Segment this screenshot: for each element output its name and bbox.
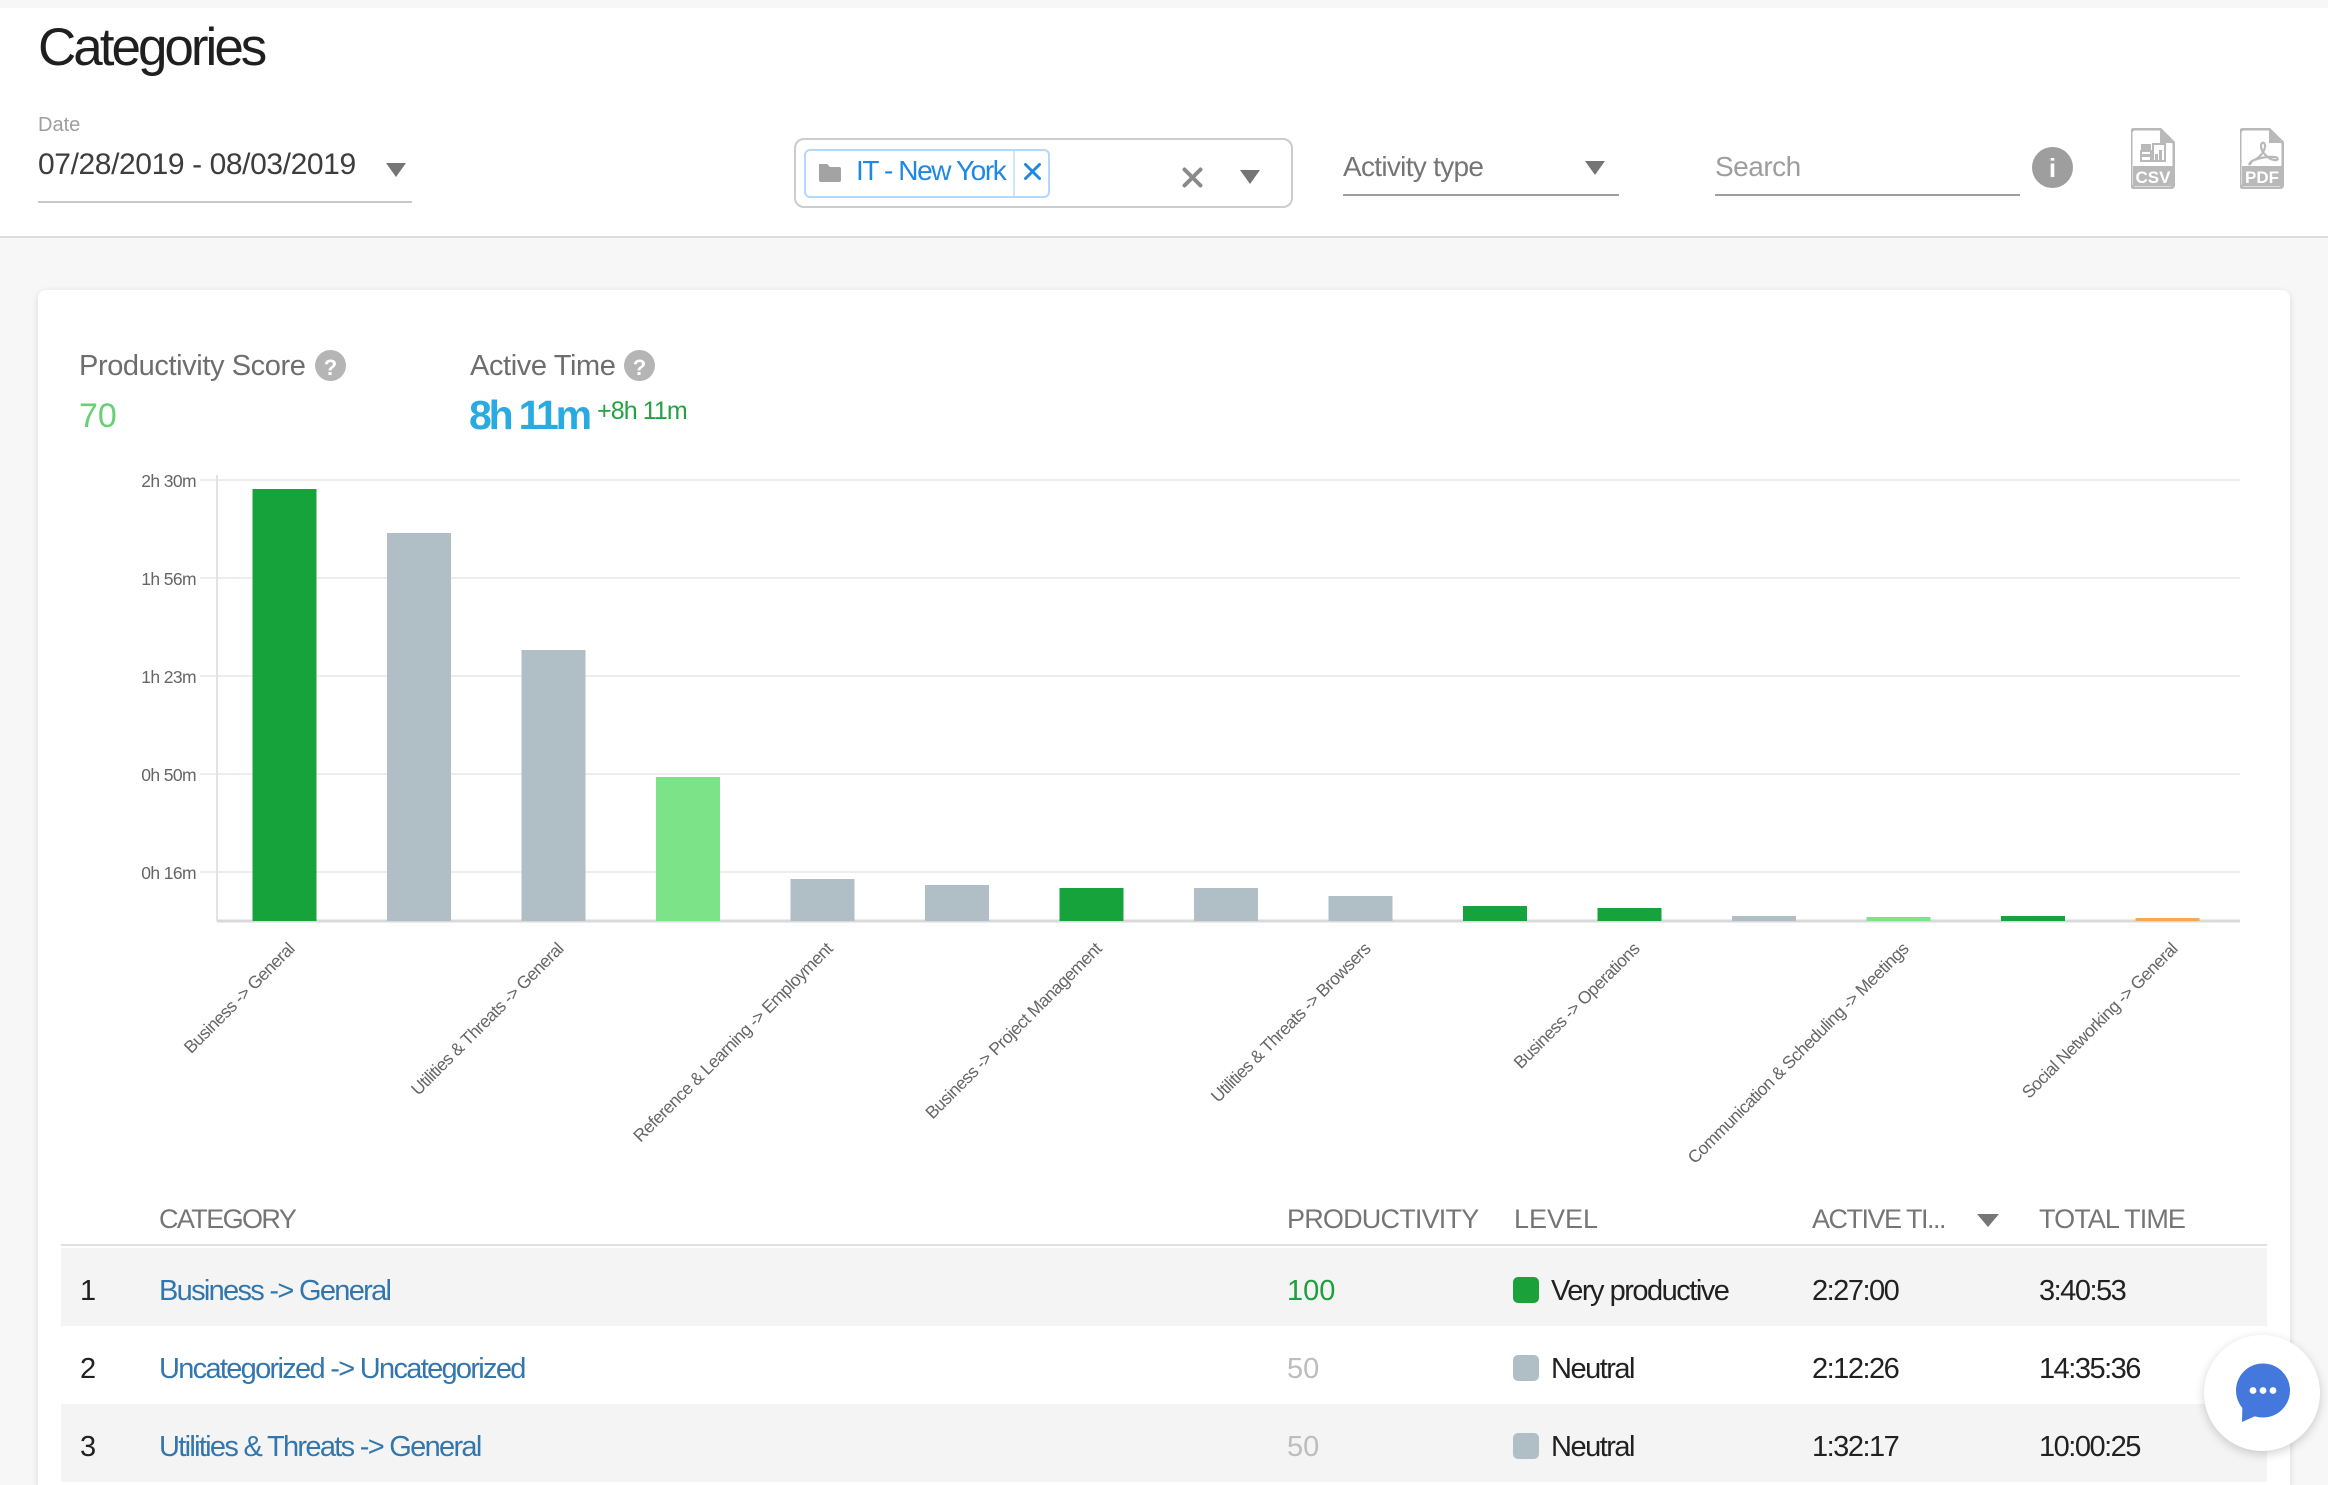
svg-text:2h 30m: 2h 30m [141,471,196,491]
svg-text:1h 56m: 1h 56m [141,569,196,589]
svg-text:Social Networking -> General: Social Networking -> General [2018,939,2182,1103]
svg-text:Utilities & Threats -> Browser: Utilities & Threats -> Browsers [1207,938,1375,1106]
svg-text:Business -> Operations: Business -> Operations [1510,938,1644,1072]
svg-text:Utilities & Threats -> General: Utilities & Threats -> General [407,939,567,1099]
svg-text:1h 23m: 1h 23m [141,667,196,687]
svg-text:PDF: PDF [2245,168,2279,187]
svg-text:0h 50m: 0h 50m [141,765,196,785]
svg-text:Business -> General: Business -> General [180,939,299,1058]
svg-text:0h 16m: 0h 16m [141,863,196,883]
svg-text:Business -> Project Management: Business -> Project Management [921,938,1106,1123]
svg-text:Communication & Scheduling ->: Communication & Scheduling -> Meetings [1684,938,1913,1167]
svg-text:CSV: CSV [2136,168,2172,187]
svg-text:Reference & Learning -> Employ: Reference & Learning -> Employment [629,938,837,1146]
